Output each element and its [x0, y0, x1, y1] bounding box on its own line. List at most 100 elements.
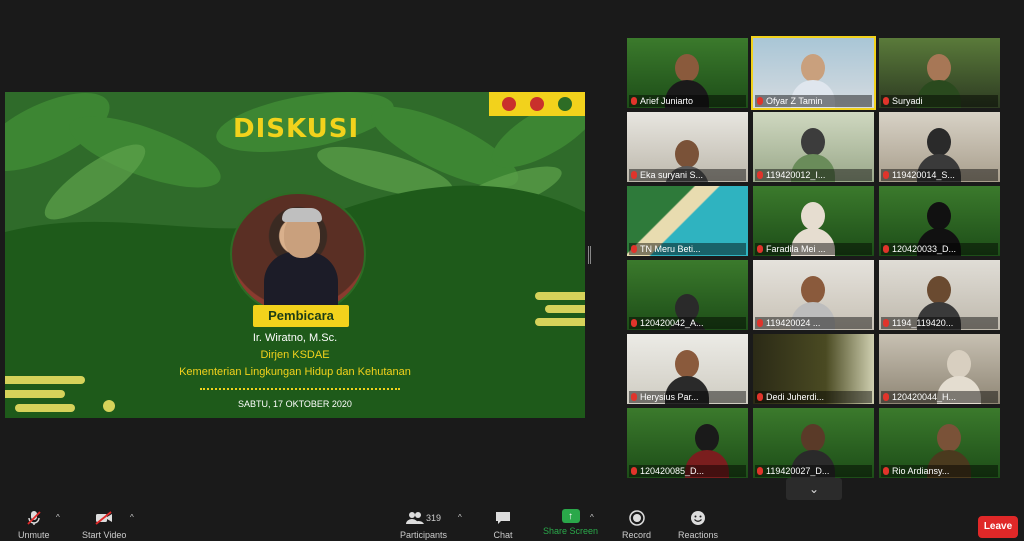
muted-mic-icon: [631, 319, 637, 327]
video-off-icon: [93, 509, 115, 527]
zoom-meeting-window: DISKUSI Pembicara Ir. Wiratno, M.Sc. Dir…: [0, 0, 1024, 541]
unmute-button[interactable]: Unmute: [18, 509, 50, 540]
video-tile[interactable]: 119420024 ...: [753, 260, 874, 330]
partner-logos: [489, 92, 585, 116]
reactions-icon: [687, 509, 709, 527]
event-date: SABTU, 17 OKTOBER 2020: [238, 399, 352, 409]
participant-name: 1194_119420...: [892, 318, 954, 328]
shared-slide: DISKUSI Pembicara Ir. Wiratno, M.Sc. Dir…: [5, 92, 585, 418]
logo-icon: [502, 97, 516, 111]
muted-mic-icon: [757, 393, 763, 401]
gallery-next-page-button[interactable]: ⌄: [786, 478, 842, 500]
record-icon: [626, 509, 648, 527]
participant-name: Ofyar Z Tamin: [766, 96, 823, 106]
share-screen-icon: ↑: [561, 509, 580, 523]
unmute-label: Unmute: [18, 530, 50, 540]
reactions-label: Reactions: [678, 530, 719, 540]
video-tile[interactable]: 119420012_I...: [753, 112, 874, 182]
participant-name: 120420033_D...: [892, 244, 957, 254]
speaker-photo: [230, 192, 366, 316]
video-tile[interactable]: 120420033_D...: [879, 186, 1000, 256]
participants-label: Participants: [400, 530, 448, 540]
decorative-stripe: [535, 318, 585, 326]
speaker-title: Dirjen KSDAE: [260, 349, 330, 361]
muted-mic-icon: [631, 245, 637, 253]
dotted-divider: [200, 388, 400, 390]
panel-splitter-handle[interactable]: [588, 246, 591, 264]
video-tile[interactable]: 120420044_H...: [879, 334, 1000, 404]
logo-icon: [558, 97, 572, 111]
muted-microphone-icon: [23, 509, 45, 527]
muted-mic-icon: [631, 467, 637, 475]
slide-title: DISKUSI: [233, 114, 360, 144]
participant-name: Rio Ardiansy...: [892, 466, 950, 476]
video-tile[interactable]: Rio Ardiansy...: [879, 408, 1000, 478]
audio-options-caret[interactable]: ^: [56, 513, 60, 522]
video-tile[interactable]: Eka suryani S...: [627, 112, 748, 182]
video-tile[interactable]: Herysius Par...: [627, 334, 748, 404]
video-tile[interactable]: 120420085_D...: [627, 408, 748, 478]
video-options-caret[interactable]: ^: [130, 513, 134, 522]
participant-name: 120420044_H...: [892, 392, 957, 402]
muted-mic-icon: [883, 171, 889, 179]
reactions-button[interactable]: Reactions: [678, 509, 718, 540]
leave-button[interactable]: Leave: [978, 516, 1018, 538]
share-screen-label: Share Screen: [543, 526, 599, 536]
video-tile[interactable]: 1194_119420...: [879, 260, 1000, 330]
participant-name: TN Meru Beti...: [640, 244, 701, 254]
participant-name: Dedi Juherdi...: [766, 392, 825, 402]
speaker-organization: Kementerian Lingkungan Hidup dan Kehutan…: [179, 366, 411, 378]
participant-name: Faradila Mei ...: [766, 244, 826, 254]
decorative-dot: [103, 400, 115, 412]
video-tile[interactable]: Faradila Mei ...: [753, 186, 874, 256]
video-tile[interactable]: Suryadi: [879, 38, 1000, 108]
muted-mic-icon: [883, 245, 889, 253]
video-tile[interactable]: 119420027_D...: [753, 408, 874, 478]
muted-mic-icon: [757, 319, 763, 327]
video-tile[interactable]: TN Meru Beti...: [627, 186, 748, 256]
muted-mic-icon: [883, 319, 889, 327]
start-video-label: Start Video: [82, 530, 127, 540]
decorative-stripe: [5, 376, 85, 384]
participants-options-caret[interactable]: ^: [458, 513, 462, 522]
record-label: Record: [622, 530, 652, 540]
participant-name: 119420027_D...: [766, 466, 830, 476]
muted-mic-icon: [757, 245, 763, 253]
muted-mic-icon: [883, 393, 889, 401]
chat-icon: [492, 509, 514, 527]
chat-label: Chat: [493, 530, 513, 540]
muted-mic-icon: [757, 97, 763, 105]
video-tile-active-speaker[interactable]: Ofyar Z Tamin: [751, 36, 876, 110]
muted-mic-icon: [883, 97, 889, 105]
video-tile[interactable]: Dedi Juherdi...: [753, 334, 874, 404]
logo-icon: [530, 97, 544, 111]
participant-name: 119420012_I...: [766, 170, 826, 180]
chat-button[interactable]: Chat: [492, 509, 514, 540]
participant-name: Herysius Par...: [640, 392, 699, 402]
speaker-badge: Pembicara: [253, 305, 349, 327]
participant-name: Eka suryani S...: [640, 170, 704, 180]
share-options-caret[interactable]: ^: [590, 513, 594, 522]
participant-name: 120420085_D...: [640, 466, 705, 476]
decorative-stripe: [545, 305, 585, 313]
video-tile[interactable]: Arief Juniarto: [627, 38, 748, 108]
participant-name: 119420024 ...: [766, 318, 821, 328]
decorative-stripe: [535, 292, 585, 300]
speaker-name: Ir. Wiratno, M.Sc.: [252, 332, 338, 344]
chevron-down-icon: ⌄: [808, 482, 820, 496]
record-button[interactable]: Record: [622, 509, 651, 540]
participant-name: 120420042_A...: [640, 318, 704, 328]
muted-mic-icon: [631, 171, 637, 179]
decorative-stripe: [5, 390, 65, 398]
participants-button[interactable]: 319 Participants: [400, 509, 447, 540]
meeting-toolbar: Unmute ^ Start Video ^ 319 Participants …: [0, 503, 1024, 541]
participant-name: 119420014_S...: [892, 170, 955, 180]
video-tile[interactable]: 120420042_A...: [627, 260, 748, 330]
muted-mic-icon: [757, 171, 763, 179]
participant-count: 319: [426, 513, 442, 523]
participant-name: Suryadi: [892, 96, 923, 106]
decorative-stripe: [15, 404, 75, 412]
video-tile[interactable]: 119420014_S...: [879, 112, 1000, 182]
muted-mic-icon: [631, 393, 637, 401]
start-video-button[interactable]: Start Video: [82, 509, 126, 540]
